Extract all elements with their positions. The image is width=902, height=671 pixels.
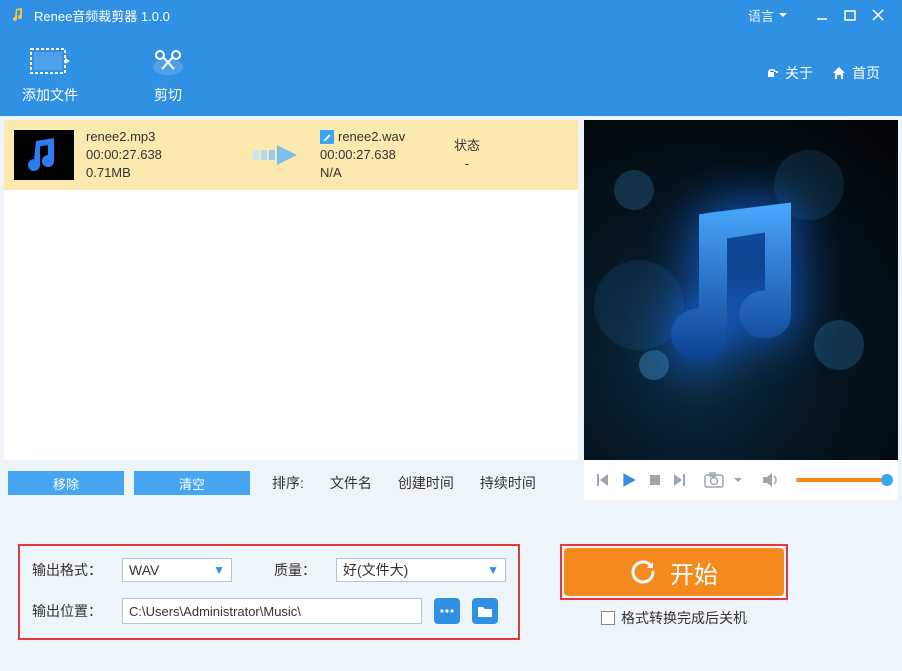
path-label: 输出位置： bbox=[32, 601, 110, 621]
cut-button[interactable]: 剪切 bbox=[148, 41, 188, 105]
language-label: 语言 bbox=[748, 6, 774, 25]
filmstrip-icon bbox=[30, 41, 70, 81]
main-toolbar: 添加文件 剪切 关于 首页 bbox=[0, 30, 902, 116]
source-info: renee2.mp3 00:00:27.638 0.71MB bbox=[86, 128, 236, 183]
sort-label: 排序: bbox=[272, 473, 304, 493]
quality-label: 质量： bbox=[274, 560, 324, 580]
minimize-button[interactable] bbox=[808, 0, 836, 30]
status-header: 状态 bbox=[454, 137, 480, 155]
list-actions: 移除 清空 排序: 文件名 创建时间 持续时间 bbox=[4, 466, 578, 500]
path-input[interactable] bbox=[122, 598, 422, 624]
quality-select[interactable]: 好(文件大) ▼ bbox=[336, 558, 506, 582]
volume-slider[interactable] bbox=[796, 478, 888, 482]
shutdown-label: 格式转换完成后关机 bbox=[621, 608, 747, 628]
refresh-icon bbox=[630, 559, 656, 585]
preview-image bbox=[584, 120, 898, 460]
quality-value: 好(文件大) bbox=[343, 560, 408, 580]
sort-by-name[interactable]: 文件名 bbox=[330, 473, 372, 493]
clear-button[interactable]: 清空 bbox=[134, 471, 250, 495]
player-controls bbox=[584, 460, 898, 500]
cut-label: 剪切 bbox=[154, 85, 182, 105]
start-button[interactable]: 开始 bbox=[564, 548, 784, 596]
app-icon bbox=[10, 7, 26, 23]
prev-button[interactable] bbox=[594, 472, 610, 488]
scissors-icon bbox=[148, 41, 188, 81]
app-title: Renee音频裁剪器 1.0.0 bbox=[34, 6, 170, 25]
home-button[interactable]: 首页 bbox=[831, 63, 880, 83]
output-info: renee2.wav 00:00:27.638 N/A bbox=[320, 128, 430, 183]
preview-panel bbox=[584, 120, 898, 500]
source-duration: 00:00:27.638 bbox=[86, 146, 236, 164]
home-label: 首页 bbox=[852, 63, 880, 83]
start-label: 开始 bbox=[670, 555, 718, 590]
list-item[interactable]: renee2.mp3 00:00:27.638 0.71MB bbox=[4, 120, 578, 190]
add-file-label: 添加文件 bbox=[22, 85, 78, 105]
remove-button[interactable]: 移除 bbox=[8, 471, 124, 495]
volume-button[interactable] bbox=[762, 472, 780, 488]
arrow-icon bbox=[248, 142, 308, 168]
format-label: 输出格式： bbox=[32, 560, 110, 580]
source-size: 0.71MB bbox=[86, 164, 236, 182]
status-column: 状态 - bbox=[442, 137, 492, 173]
about-label: 关于 bbox=[785, 63, 813, 83]
start-button-wrap: 开始 bbox=[560, 544, 788, 600]
shutdown-checkbox[interactable] bbox=[601, 611, 615, 625]
shutdown-checkbox-row[interactable]: 格式转换完成后关机 bbox=[601, 608, 747, 628]
about-button[interactable]: 关于 bbox=[764, 63, 813, 83]
browse-folder-button[interactable] bbox=[472, 598, 498, 624]
snapshot-button[interactable] bbox=[704, 472, 724, 488]
output-filename: renee2.wav bbox=[338, 128, 405, 146]
output-settings: 输出格式： WAV ▼ 质量： 好(文件大) ▼ 输出位置： bbox=[18, 544, 520, 640]
sort-by-created[interactable]: 创建时间 bbox=[398, 473, 454, 493]
stop-button[interactable] bbox=[648, 473, 662, 487]
maximize-button[interactable] bbox=[836, 0, 864, 30]
play-button[interactable] bbox=[620, 471, 638, 489]
thumbnail bbox=[14, 130, 74, 180]
next-button[interactable] bbox=[672, 472, 688, 488]
body: renee2.mp3 00:00:27.638 0.71MB bbox=[0, 116, 902, 671]
edit-output-icon[interactable] bbox=[320, 130, 334, 144]
more-path-button[interactable] bbox=[434, 598, 460, 624]
format-value: WAV bbox=[129, 562, 159, 578]
chevron-down-icon: ▼ bbox=[213, 563, 225, 577]
output-duration: 00:00:27.638 bbox=[320, 146, 430, 164]
title-bar: Renee音频裁剪器 1.0.0 语言 bbox=[0, 0, 902, 30]
status-value: - bbox=[465, 155, 469, 173]
add-file-button[interactable]: 添加文件 bbox=[22, 41, 78, 105]
snapshot-caret-icon[interactable] bbox=[734, 476, 742, 484]
source-filename: renee2.mp3 bbox=[86, 128, 236, 146]
language-dropdown[interactable]: 语言 bbox=[748, 6, 788, 25]
music-note-icon bbox=[661, 203, 821, 378]
chevron-down-icon: ▼ bbox=[487, 563, 499, 577]
sort-by-duration[interactable]: 持续时间 bbox=[480, 473, 536, 493]
file-list: renee2.mp3 00:00:27.638 0.71MB bbox=[4, 120, 578, 460]
format-select[interactable]: WAV ▼ bbox=[122, 558, 232, 582]
output-size: N/A bbox=[320, 164, 430, 182]
close-button[interactable] bbox=[864, 0, 892, 30]
